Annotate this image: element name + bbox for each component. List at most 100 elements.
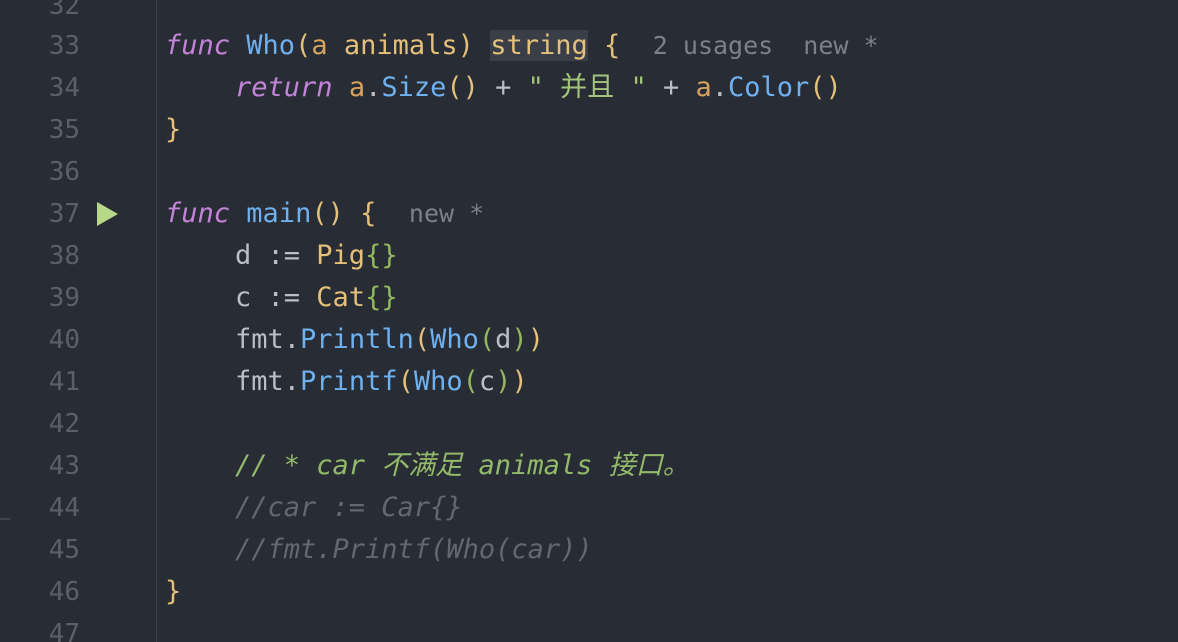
param-name: a — [311, 30, 328, 61]
code-text[interactable]: func main() { new * — [165, 193, 484, 235]
paren-open: ( — [397, 366, 414, 397]
code-line-45[interactable]: 45 //fmt.Printf(Who(car)) — [0, 529, 1178, 571]
line-number: 33 — [48, 31, 80, 61]
function-call[interactable]: Println — [300, 324, 414, 355]
code-line-38[interactable]: 38 d := Pig{} — [0, 235, 1178, 277]
code-text[interactable]: func Who(a animals) string { 2 usages ne… — [165, 25, 879, 67]
dot: . — [283, 324, 301, 355]
assign-operator: := — [251, 282, 317, 313]
line-number: 43 — [48, 451, 80, 481]
code-line-47[interactable]: 47 — [0, 613, 1178, 642]
receiver-a: a — [348, 72, 366, 103]
code-text[interactable]: d := Pig{} — [165, 235, 398, 277]
code-line-35[interactable]: 35 } — [0, 109, 1178, 151]
code-text[interactable]: return a.Size() + " 并且 " + a.Color() — [165, 67, 842, 109]
line-number: 45 — [48, 535, 80, 565]
receiver-a: a — [695, 72, 712, 103]
package-name[interactable]: fmt — [235, 324, 284, 355]
argument: c — [478, 366, 496, 397]
assign-operator: := — [251, 240, 317, 271]
paren-close: ) — [511, 366, 528, 397]
function-call[interactable]: Who — [430, 324, 479, 355]
line-number: 40 — [48, 325, 80, 355]
code-text[interactable]: c := Cat{} — [165, 277, 398, 319]
parens: () — [311, 198, 344, 229]
code-text[interactable]: // * car 不满足 animals 接口。 — [165, 445, 690, 487]
run-icon[interactable] — [97, 202, 118, 226]
paren-open: ( — [478, 324, 496, 355]
code-line-39[interactable]: 39 c := Cat{} — [0, 277, 1178, 319]
line-number: 47 — [48, 619, 80, 642]
param-type[interactable]: animals — [344, 30, 458, 61]
method-size[interactable]: Size — [381, 72, 446, 103]
code-text[interactable]: fmt.Printf(Who(c)) — [165, 361, 528, 403]
method-color[interactable]: Color — [728, 72, 809, 103]
code-line-42[interactable]: 42 — [0, 403, 1178, 445]
package-name[interactable]: fmt — [235, 366, 284, 397]
code-line-46[interactable]: 46 } — [0, 571, 1178, 613]
line-number: 42 — [48, 409, 80, 439]
line-number: 36 — [48, 157, 80, 187]
plus-operator: + — [478, 72, 528, 103]
line-number: 38 — [48, 241, 80, 271]
dot: . — [283, 366, 301, 397]
code-text[interactable]: } — [165, 571, 181, 613]
code-line-34[interactable]: 34 return a.Size() + " 并且 " + a.Color() — [0, 67, 1178, 109]
paren-close: ) — [457, 30, 474, 61]
parens: () — [809, 72, 842, 103]
line-number: 41 — [48, 367, 80, 397]
line-number: 39 — [48, 283, 80, 313]
composite-literal: {} — [365, 240, 398, 271]
function-name[interactable]: main — [246, 198, 311, 229]
paren-open: ( — [462, 366, 479, 397]
function-call[interactable]: Printf — [300, 366, 398, 397]
type-name[interactable]: Pig — [316, 240, 365, 271]
paren-open: ( — [295, 30, 312, 61]
keyword-func: func — [165, 198, 231, 229]
code-line-41[interactable]: 41 fmt.Printf(Who(c)) — [0, 361, 1178, 403]
type-name[interactable]: Cat — [316, 282, 365, 313]
line-number: 34 — [48, 73, 80, 103]
variable: d — [235, 240, 252, 271]
dot: . — [711, 72, 729, 103]
parens: () — [446, 72, 479, 103]
brace-close: } — [165, 114, 182, 145]
code-line-33[interactable]: 33 func Who(a animals) string { 2 usages… — [0, 25, 1178, 67]
keyword-return: return — [235, 72, 333, 103]
line-number: 35 — [48, 115, 80, 145]
code-text[interactable]: fmt.Println(Who(d)) — [165, 319, 544, 361]
paren-close: ) — [527, 324, 544, 355]
usages-hint[interactable]: 2 usages new * — [653, 31, 879, 60]
paren-close: ) — [495, 366, 512, 397]
code-text[interactable]: } — [165, 109, 181, 151]
return-type[interactable]: string — [490, 30, 588, 61]
string-literal: " 并且 " — [527, 72, 647, 103]
code-text[interactable]: //fmt.Printf(Who(car)) — [165, 529, 593, 571]
dot: . — [365, 72, 382, 103]
code-line-32[interactable]: 32 — [0, 0, 1178, 27]
line-comment: //fmt.Printf(Who(car)) — [235, 534, 593, 565]
plus-operator: + — [646, 72, 696, 103]
code-text[interactable]: //car := Car{} — [165, 487, 463, 529]
keyword-func: func — [165, 30, 231, 61]
function-name[interactable]: Who — [246, 30, 295, 61]
line-comment: //car := Car{} — [235, 492, 463, 523]
code-line-44[interactable]: 44 //car := Car{} — [0, 487, 1178, 529]
doc-comment: // * car 不满足 animals 接口。 — [235, 450, 690, 481]
code-line-36[interactable]: 36 — [0, 151, 1178, 193]
argument: d — [495, 324, 512, 355]
brace-close: } — [165, 576, 182, 607]
code-editor[interactable]: 32 33 func Who(a animals) string { 2 usa… — [0, 0, 1178, 642]
line-number: 46 — [48, 577, 80, 607]
code-line-40[interactable]: 40 fmt.Println(Who(d)) — [0, 319, 1178, 361]
function-call[interactable]: Who — [414, 366, 463, 397]
line-number: 32 — [48, 0, 80, 21]
author-hint[interactable]: new * — [409, 199, 484, 228]
paren-open: ( — [413, 324, 431, 355]
brace-open: { — [360, 198, 377, 229]
line-number: 44 — [48, 493, 80, 523]
composite-literal: {} — [365, 282, 398, 313]
code-line-43[interactable]: 43 // * car 不满足 animals 接口。 — [0, 445, 1178, 487]
code-line-37[interactable]: 37 func main() { new * — [0, 193, 1178, 235]
paren-close: ) — [511, 324, 528, 355]
